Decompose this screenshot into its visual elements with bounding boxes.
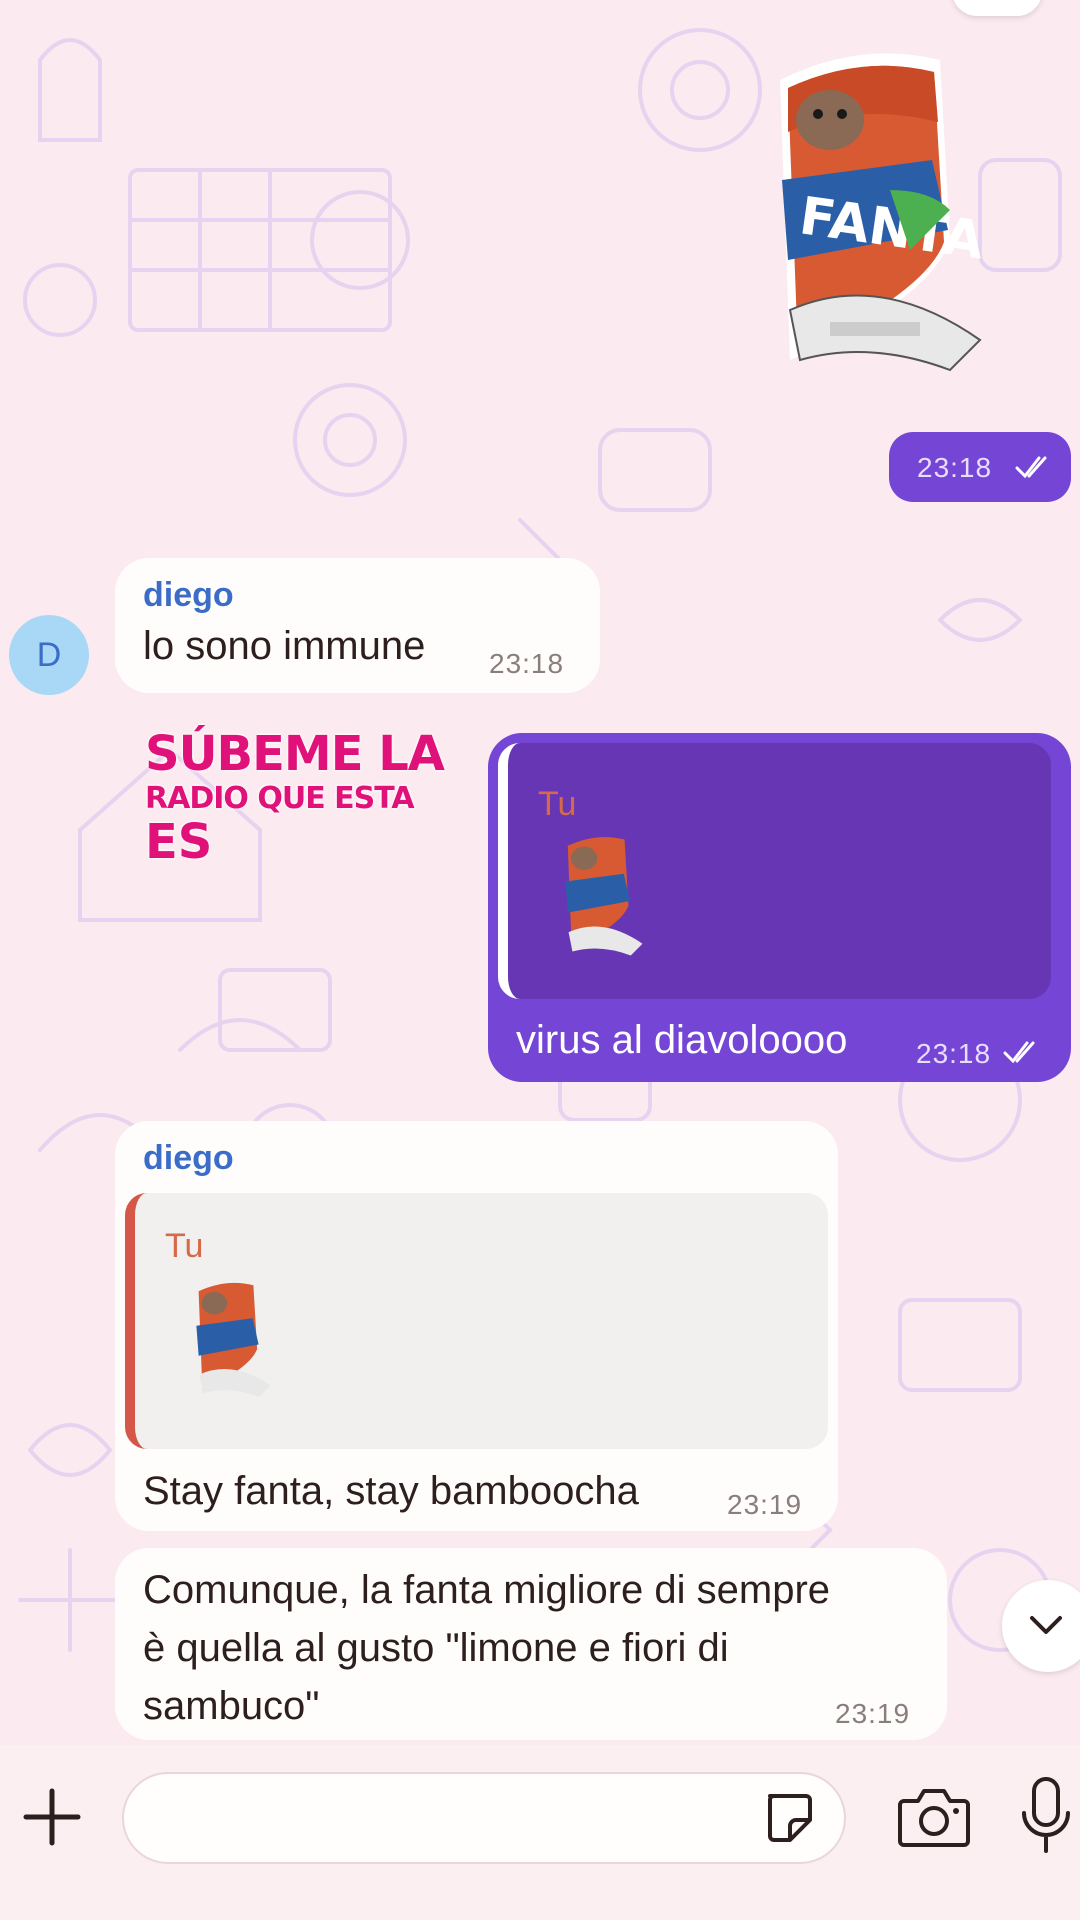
- plus-icon: [23, 1788, 81, 1846]
- message-bubble-incoming[interactable]: Comunque, la fanta migliore di sempre è …: [115, 1548, 947, 1740]
- message-timestamp: 23:19: [835, 1698, 911, 1729]
- message-text-line-1: Comunque, la fanta migliore di sempre: [143, 1568, 831, 1612]
- sticker-line-1: SÚBEME LA: [145, 726, 445, 782]
- fanta-sticker[interactable]: FANTA: [770, 50, 1000, 410]
- message-bubble-outgoing-time[interactable]: 23:18: [889, 432, 1071, 502]
- quoted-author: Tu: [538, 785, 577, 823]
- message-timestamp: 23:18: [489, 648, 565, 679]
- sticker-line-3: ES: [145, 814, 213, 870]
- avatar[interactable]: D: [9, 615, 89, 695]
- message-text: virus al diavoloooo: [516, 1018, 848, 1062]
- camera-icon: [898, 1789, 970, 1847]
- quoted-author: Tu: [165, 1227, 204, 1265]
- sender-name: diego: [143, 1139, 234, 1177]
- quoted-message[interactable]: Tu: [125, 1193, 828, 1449]
- message-text: lo sono immune: [143, 624, 426, 668]
- quoted-sticker-thumbnail: [196, 1282, 271, 1397]
- message-bubble-incoming-reply[interactable]: diego Tu Stay fanta, stay bamboocha 23:1…: [115, 1121, 838, 1531]
- quoted-message[interactable]: Tu: [498, 743, 1051, 999]
- attach-button[interactable]: [20, 1785, 84, 1849]
- sticker-icon[interactable]: [760, 1790, 816, 1846]
- sticker-line-2: RADIO QUE ESTA: [145, 781, 415, 816]
- message-bubble-incoming[interactable]: diego lo sono immune 23:18: [115, 558, 600, 693]
- message-text-line-2: è quella al gusto "limone e fiori di: [143, 1626, 729, 1670]
- message-text-line-3: sambuco": [143, 1684, 320, 1728]
- double-check-icon: [1015, 456, 1047, 479]
- camera-button[interactable]: [896, 1783, 972, 1853]
- message-timestamp: 23:18: [916, 1038, 992, 1069]
- message-input[interactable]: [148, 1792, 712, 1846]
- sender-name: diego: [143, 576, 234, 614]
- microphone-icon: [1022, 1777, 1070, 1853]
- chevron-down-icon: [1030, 1616, 1062, 1634]
- composer-bar: [0, 1745, 1080, 1920]
- message-timestamp: 23:19: [727, 1489, 803, 1520]
- text-sticker[interactable]: SÚBEME LA RADIO QUE ESTA ES: [145, 726, 445, 870]
- microphone-button[interactable]: [1018, 1775, 1074, 1859]
- double-check-icon: [1003, 1041, 1035, 1064]
- quoted-sticker-thumbnail: [565, 837, 643, 956]
- avatar-initial: D: [36, 636, 62, 674]
- reaction-heart-button[interactable]: [952, 0, 1042, 16]
- message-input-container[interactable]: [122, 1772, 846, 1864]
- heart-icon: [952, 0, 1042, 16]
- message-timestamp: 23:18: [917, 452, 993, 483]
- message-bubble-outgoing-reply[interactable]: Tu virus al diavoloooo 23:18: [488, 733, 1071, 1082]
- message-text: Stay fanta, stay bamboocha: [143, 1469, 639, 1513]
